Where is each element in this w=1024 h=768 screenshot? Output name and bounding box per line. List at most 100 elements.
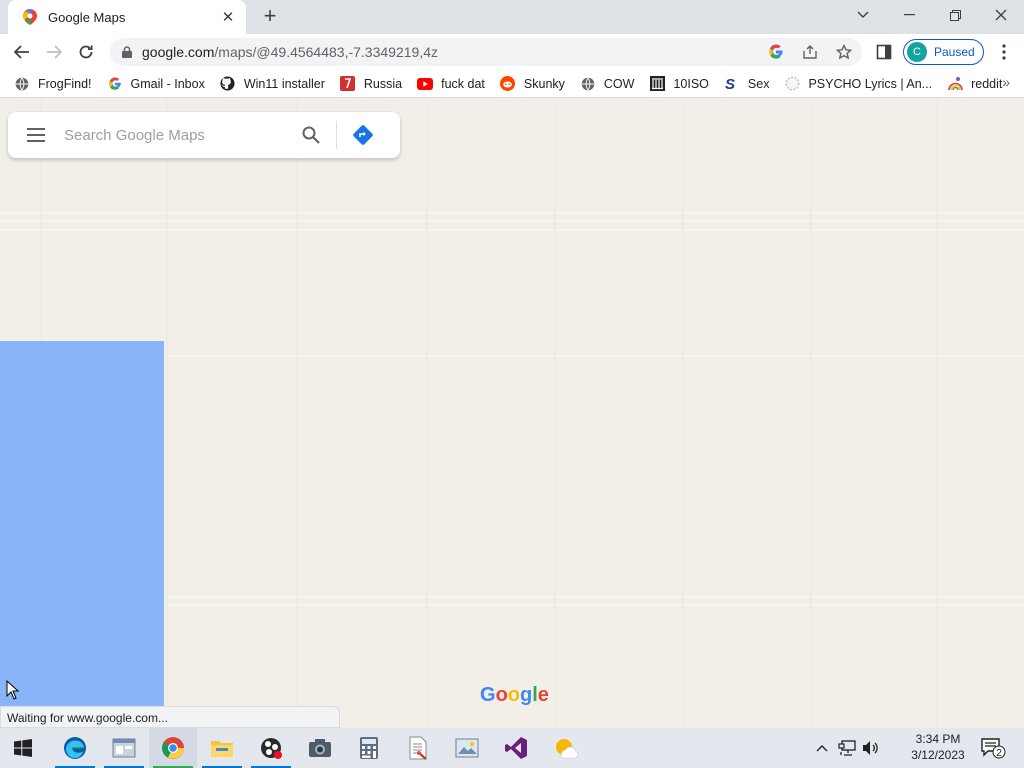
search-input[interactable] — [64, 120, 290, 150]
kebab-menu-icon[interactable] — [994, 40, 1014, 64]
bookmark-sex[interactable]: S Sex — [724, 72, 777, 96]
map-gridline — [554, 99, 556, 728]
url-path: /maps/@49.4564483,-7.3349219,4z — [214, 44, 438, 60]
map-gridline — [936, 99, 938, 728]
double-chevron-right-icon[interactable]: » — [1002, 74, 1010, 90]
google-logo: Google — [480, 684, 549, 707]
youtube-icon — [417, 76, 434, 92]
bookmark-win11-installer[interactable]: Win11 installer — [220, 72, 332, 96]
image-viewer-icon[interactable] — [443, 728, 491, 768]
url-host: google.com — [142, 44, 215, 60]
file-explorer-icon[interactable] — [198, 728, 246, 768]
tab-title: Google Maps — [48, 9, 126, 25]
bookmark-russia[interactable]: Russia — [340, 72, 409, 96]
bookmark-star-icon[interactable] — [834, 42, 854, 62]
reddit-icon — [500, 76, 516, 92]
google-logo-letter: g — [520, 684, 533, 706]
bookmark-label: Gmail - Inbox — [130, 76, 205, 91]
share-icon[interactable] — [800, 42, 820, 62]
profile-status: Paused — [934, 45, 975, 59]
hamburger-menu-icon[interactable] — [8, 112, 64, 158]
chevron-up-icon[interactable] — [812, 728, 832, 768]
map-gridline — [166, 99, 168, 728]
bookmark-10iso[interactable]: 10ISO — [649, 72, 715, 96]
file-manager-icon[interactable] — [100, 728, 148, 768]
chrome-icon[interactable] — [149, 728, 197, 768]
google-lens-icon[interactable] — [766, 42, 786, 62]
edge-icon[interactable] — [51, 728, 99, 768]
profile-button[interactable]: C Paused — [903, 39, 984, 65]
bookmark-label: FrogFind! — [38, 76, 92, 91]
map-gridline — [682, 99, 684, 728]
google-logo-letter: o — [495, 684, 508, 706]
bookmark-cow[interactable]: COW — [580, 72, 642, 96]
map-search-box — [8, 112, 400, 158]
circle-icon — [784, 76, 800, 92]
browser-toolbar: google.com/maps/@49.4564483,-7.3349219,4… — [0, 34, 1024, 70]
reload-icon[interactable] — [72, 38, 100, 66]
bookmark-frogfind[interactable]: FrogFind! — [14, 72, 99, 96]
address-bar[interactable]: google.com/maps/@49.4564483,-7.3349219,4… — [110, 38, 862, 66]
divider — [336, 121, 337, 149]
map-gridline — [0, 220, 1024, 222]
map-water-tile — [0, 341, 164, 728]
tab-google-maps[interactable]: Google Maps ✕ — [8, 0, 246, 34]
camera-icon[interactable] — [296, 728, 344, 768]
network-icon[interactable] — [836, 728, 858, 768]
taskbar: 3:34 PM 3/12/2023 2 — [0, 728, 1024, 768]
directions-icon[interactable] — [343, 115, 383, 155]
bookmark-skunky[interactable]: Skunky — [500, 72, 572, 96]
map-gridline — [0, 229, 1024, 231]
visual-studio-icon[interactable] — [492, 728, 540, 768]
minimize-icon[interactable] — [886, 0, 932, 30]
google-maps-pin-icon — [22, 9, 38, 25]
bookmark-gmail-inbox[interactable]: Gmail - Inbox — [107, 72, 212, 96]
map-gridline — [296, 99, 298, 728]
lock-icon[interactable] — [120, 45, 134, 59]
map-gridline — [426, 99, 428, 728]
avatar: C — [907, 42, 927, 62]
bookmark-fuck-dat[interactable]: fuck dat — [417, 72, 492, 96]
bookmark-label: COW — [603, 76, 635, 91]
close-icon[interactable]: ✕ — [220, 9, 236, 26]
globe-icon — [14, 76, 30, 92]
bookmark-psycho-lyrics-an[interactable]: PSYCHO Lyrics | An... — [784, 72, 939, 96]
rainbow-icon — [947, 76, 963, 92]
notification-icon[interactable]: 2 — [980, 736, 1006, 760]
bookmark-label: Russia — [363, 76, 403, 91]
status-bar: Waiting for www.google.com... — [0, 706, 340, 728]
weather-icon[interactable] — [541, 728, 589, 768]
document-icon[interactable] — [394, 728, 442, 768]
close-window-icon[interactable] — [978, 0, 1024, 30]
calculator-icon[interactable] — [345, 728, 393, 768]
bookmark-label: reddit — [971, 76, 1003, 91]
google-icon — [107, 76, 123, 92]
building-icon — [649, 76, 665, 92]
search-icon[interactable] — [292, 116, 330, 154]
s-icon: S — [724, 76, 740, 92]
side-panel-icon[interactable] — [870, 38, 898, 66]
restore-icon[interactable] — [932, 0, 978, 30]
google-logo-letter: G — [480, 684, 496, 706]
notification-count: 2 — [996, 748, 1002, 759]
tab-strip: Google Maps ✕ + — [0, 0, 1024, 34]
url-text: google.com/maps/@49.4564483,-7.3349219,4… — [142, 44, 438, 60]
system-clock[interactable]: 3:34 PM 3/12/2023 — [902, 731, 974, 765]
map-canvas[interactable]: Google — [0, 99, 1024, 728]
clock-date: 3/12/2023 — [911, 748, 965, 762]
google-logo-letter: o — [507, 684, 520, 706]
bookmark-label: 10ISO — [673, 76, 709, 91]
chevron-down-icon[interactable] — [840, 0, 886, 30]
volume-icon[interactable] — [860, 728, 882, 768]
forward-arrow-icon[interactable] — [40, 38, 68, 66]
windows-start-icon[interactable] — [8, 734, 38, 762]
plus-icon[interactable]: + — [258, 5, 282, 29]
bookmark-reddit[interactable]: reddit — [947, 72, 1009, 96]
obs-icon[interactable] — [247, 728, 295, 768]
back-arrow-icon[interactable] — [8, 38, 36, 66]
bookmark-label: PSYCHO Lyrics | An... — [808, 76, 933, 91]
bookmarks-bar: FrogFind! Gmail - Inbox Win11 installer Rus… — [0, 70, 1024, 98]
bookmark-label: Sex — [747, 76, 770, 91]
bookmark-label: fuck dat — [441, 76, 485, 91]
mouse-cursor-icon — [6, 680, 20, 700]
